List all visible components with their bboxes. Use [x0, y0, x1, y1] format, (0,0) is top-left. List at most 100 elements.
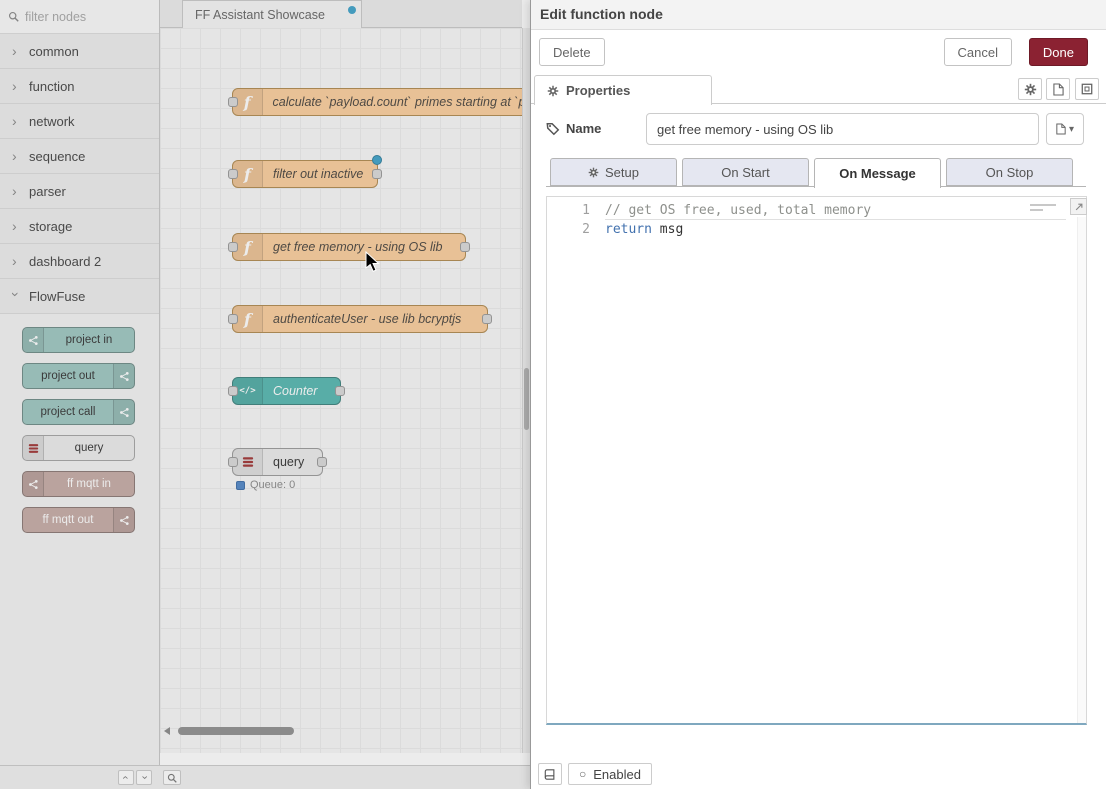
input-port[interactable]	[228, 169, 238, 179]
flow-tab[interactable]: FF Assistant Showcase	[182, 0, 362, 28]
mouse-cursor	[365, 251, 381, 273]
collapse-all-button[interactable]: ›	[118, 770, 134, 785]
expand-tray-button[interactable]	[1075, 78, 1099, 100]
category-label: dashboard 2	[29, 254, 101, 269]
input-port[interactable]	[228, 242, 238, 252]
gear-icon	[547, 85, 559, 97]
expand-all-button[interactable]: ›	[136, 770, 152, 785]
library-export-button[interactable]	[538, 763, 562, 785]
code-text: msg	[652, 222, 683, 237]
scrollbar-thumb[interactable]	[178, 727, 294, 735]
library-button[interactable]: ▾	[1046, 113, 1084, 145]
chevron-right-icon: ›	[12, 44, 20, 58]
palette-node-label: ff mqtt out	[23, 514, 113, 526]
mqtt-icon	[23, 472, 44, 496]
output-port[interactable]	[460, 242, 470, 252]
flow-tab-label: FF Assistant Showcase	[195, 8, 325, 22]
docs-button[interactable]	[1046, 78, 1070, 100]
query-node[interactable]: query	[232, 448, 323, 476]
enabled-toggle-button[interactable]: ○ Enabled	[568, 763, 652, 785]
palette: ›common ›function ›network ›sequence ›pa…	[0, 0, 160, 765]
zoom-button[interactable]	[163, 770, 181, 785]
node-red-app: ›common ›function ›network ›sequence ›pa…	[0, 0, 1106, 789]
function-node-calculate-primes[interactable]: f calculate `payload.count` primes start…	[232, 88, 522, 116]
mqtt-icon	[113, 508, 134, 532]
scrollbar-thumb[interactable]	[524, 368, 529, 430]
input-port[interactable]	[228, 314, 238, 324]
expand-editor-button[interactable]	[1070, 198, 1087, 215]
palette-category-parser[interactable]: ›parser	[0, 174, 159, 209]
scroll-left-arrow-icon[interactable]	[164, 727, 170, 735]
code-comment: // get OS free, used, total memory	[605, 203, 871, 218]
tab-setup[interactable]: Setup	[550, 158, 677, 186]
palette-node-project-in[interactable]: project in	[22, 327, 135, 353]
tab-on-stop[interactable]: On Stop	[946, 158, 1073, 186]
palette-category-common[interactable]: ›common	[0, 34, 159, 69]
function-node-authenticate-user[interactable]: f authenticateUser - use lib bcryptjs	[232, 305, 488, 333]
palette-search[interactable]	[0, 0, 159, 34]
flow-canvas[interactable]: f calculate `payload.count` primes start…	[160, 28, 522, 753]
doc-icon	[1056, 123, 1066, 135]
chevron-right-icon: ›	[12, 184, 20, 198]
editor-scrollbar[interactable]	[1077, 217, 1086, 723]
name-input[interactable]	[646, 113, 1039, 145]
chevron-down-icon: ›	[9, 292, 23, 300]
tab-on-start-label: On Start	[721, 165, 769, 180]
output-port[interactable]	[317, 457, 327, 467]
chevron-up-icon: ›	[120, 776, 131, 780]
canvas-horizontal-scrollbar[interactable]	[162, 725, 522, 736]
chevron-right-icon: ›	[12, 254, 20, 268]
tray-tabbar: Properties	[531, 75, 1106, 104]
tab-properties[interactable]: Properties	[534, 75, 712, 105]
book-icon	[544, 768, 556, 781]
palette-category-function[interactable]: ›function	[0, 69, 159, 104]
palette-node-query[interactable]: query	[22, 435, 135, 461]
palette-node-project-call[interactable]: project call	[22, 399, 135, 425]
output-port[interactable]	[482, 314, 492, 324]
project-icon	[113, 364, 134, 388]
output-port[interactable]	[335, 386, 345, 396]
line-number: 1	[547, 201, 605, 220]
status-dot-icon	[236, 481, 245, 490]
palette-node-project-out[interactable]: project out	[22, 363, 135, 389]
input-port[interactable]	[228, 97, 238, 107]
node-settings-button[interactable]	[1018, 78, 1042, 100]
node-status: Queue: 0	[236, 479, 295, 491]
tab-setup-label: Setup	[605, 165, 639, 180]
function-node-filter-out-inactive[interactable]: f filter out inactive	[232, 160, 378, 188]
delete-button[interactable]: Delete	[539, 38, 605, 66]
palette-category-dashboard2[interactable]: › dashboard 2	[0, 244, 159, 279]
caret-down-icon: ▾	[1069, 124, 1074, 135]
palette-node-ff-mqtt-out[interactable]: ff mqtt out	[22, 507, 135, 533]
tag-icon	[546, 122, 560, 136]
palette-search-input[interactable]	[25, 10, 143, 24]
palette-node-ff-mqtt-in[interactable]: ff mqtt in	[22, 471, 135, 497]
code-area[interactable]: // get OS free, used, total memory retur…	[605, 197, 1066, 239]
minimap	[1030, 204, 1056, 214]
cancel-button[interactable]: Cancel	[944, 38, 1012, 66]
code-editor[interactable]: 1 2 // get OS free, used, total memory r…	[546, 196, 1087, 725]
template-node-counter[interactable]: </> Counter	[232, 377, 341, 405]
palette-category-storage[interactable]: ›storage	[0, 209, 159, 244]
code-keyword: return	[605, 222, 652, 237]
done-button[interactable]: Done	[1029, 38, 1088, 66]
name-label: Name	[566, 121, 601, 136]
tab-on-stop-label: On Stop	[986, 165, 1034, 180]
canvas-vertical-scrollbar[interactable]	[522, 28, 530, 753]
palette-category-sequence[interactable]: ›sequence	[0, 139, 159, 174]
input-port[interactable]	[228, 386, 238, 396]
palette-category-network[interactable]: ›network	[0, 104, 159, 139]
chevron-right-icon: ›	[12, 219, 20, 233]
tab-on-message[interactable]: On Message	[814, 158, 941, 188]
palette-node-label: query	[44, 442, 134, 454]
category-label: function	[29, 79, 75, 94]
node-status-text: Queue: 0	[250, 479, 295, 491]
doc-icon	[1053, 83, 1064, 96]
palette-category-flowfuse[interactable]: ›FlowFuse	[0, 279, 159, 314]
tab-on-start[interactable]: On Start	[682, 158, 809, 186]
search-icon	[8, 11, 19, 22]
function-node-get-free-memory[interactable]: f get free memory - using OS lib	[232, 233, 466, 261]
output-port[interactable]	[372, 169, 382, 179]
input-port[interactable]	[228, 457, 238, 467]
name-row: Name ▾	[531, 113, 1106, 147]
